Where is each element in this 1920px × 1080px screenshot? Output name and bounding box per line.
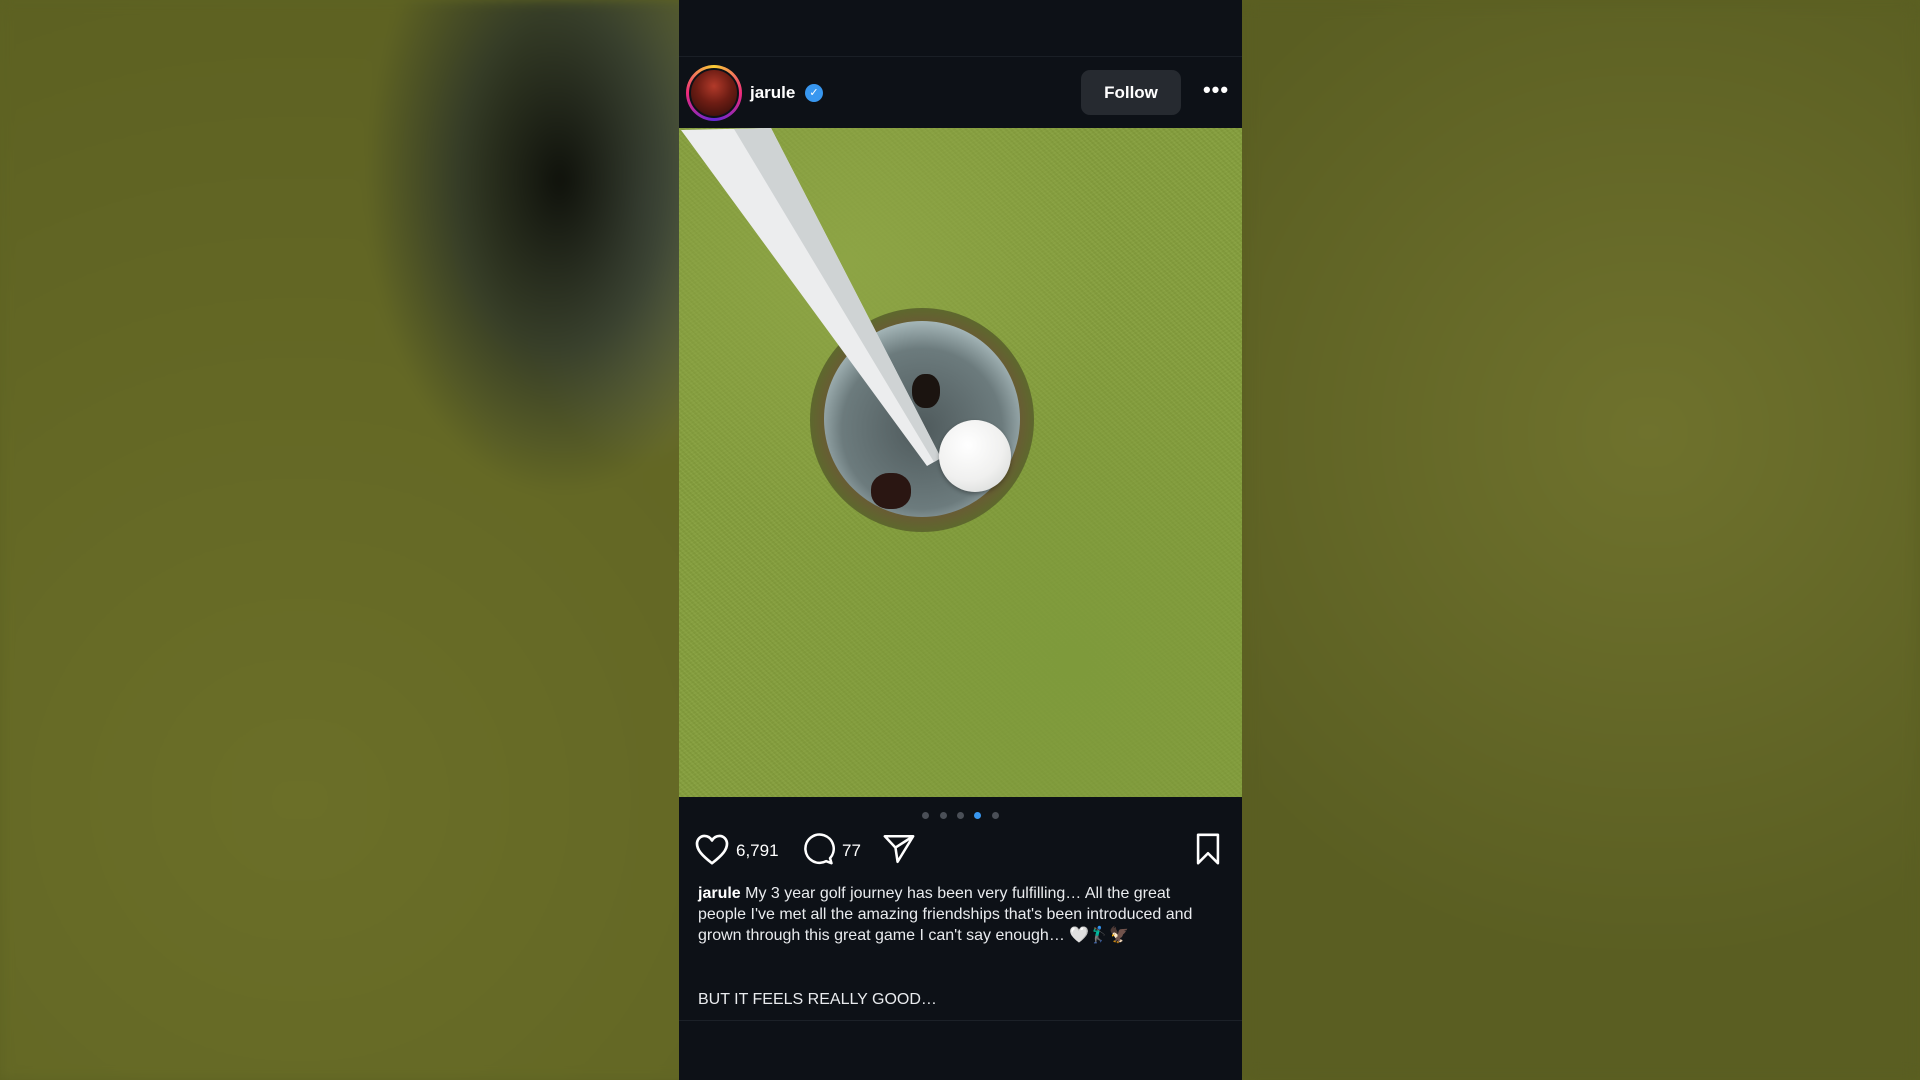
post-actions: 6,791 77 <box>679 828 1242 872</box>
bookmark-icon[interactable] <box>1193 832 1223 871</box>
avatar-image <box>689 68 739 118</box>
comment-count[interactable]: 77 <box>842 841 861 861</box>
more-options-icon[interactable]: ••• <box>1201 79 1231 103</box>
blurred-background-right <box>1242 0 1920 1080</box>
caption-username[interactable]: jarule <box>698 885 741 902</box>
comment-icon[interactable] <box>801 832 835 871</box>
caption-text: My 3 year golf journey has been very ful… <box>698 885 1193 944</box>
post-caption: jarule My 3 year golf journey has been v… <box>698 883 1218 946</box>
verified-badge-icon: ✓ <box>805 84 823 102</box>
avatar[interactable] <box>686 65 742 121</box>
like-count[interactable]: 6,791 <box>736 841 779 861</box>
carousel-dot <box>939 812 947 819</box>
carousel-dot <box>957 812 964 819</box>
heart-icon[interactable] <box>694 832 730 871</box>
username[interactable]: jarule <box>750 83 795 103</box>
post-image[interactable] <box>679 128 1242 797</box>
divider <box>679 1020 1242 1021</box>
caption-extra-line: BUT IT FEELS REALLY GOOD… <box>698 991 937 1008</box>
post-header: jarule ✓ Follow ••• <box>679 56 1242 127</box>
golf-ball <box>939 420 1011 492</box>
instagram-post-panel: jarule ✓ Follow ••• 6,791 77 jarule My 3… <box>679 0 1242 1080</box>
follow-button[interactable]: Follow <box>1081 70 1181 115</box>
carousel-dot-active <box>974 812 982 819</box>
carousel-dot <box>922 812 930 819</box>
carousel-dot <box>991 812 999 819</box>
carousel-indicator <box>679 806 1242 819</box>
share-icon[interactable] <box>882 832 916 871</box>
